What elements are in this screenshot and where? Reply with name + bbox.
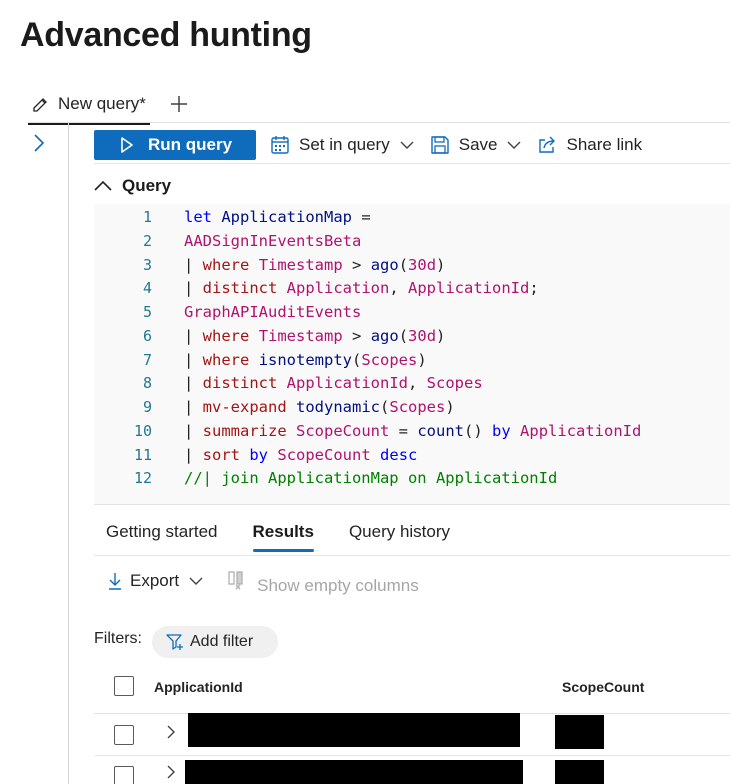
result-tabs-divider — [94, 555, 730, 556]
code-line: 7 | where isnotempty(Scopes) — [94, 348, 427, 372]
expand-schema-button[interactable] — [31, 131, 47, 155]
line-number: 5 — [142, 303, 152, 321]
save-icon — [430, 135, 450, 155]
chevron-right-icon — [167, 725, 175, 739]
set-in-query-label: Set in query — [299, 135, 390, 154]
line-number: 1 — [142, 208, 152, 226]
line-number: 12 — [133, 469, 152, 487]
code-line: 12 //| join ApplicationMap on Applicatio… — [94, 466, 557, 490]
tabs-divider — [28, 122, 730, 123]
code-line: 9 | mv-expand todynamic(Scopes) — [94, 395, 455, 419]
line-number: 2 — [142, 232, 152, 250]
chevron-right-icon — [167, 765, 175, 779]
page-title: Advanced hunting — [20, 16, 312, 54]
share-link-label: Share link — [566, 135, 643, 154]
code-line: 10 | summarize ScopeCount = count() by A… — [94, 419, 641, 443]
line-number: 11 — [133, 446, 152, 464]
code-line: 3 | where Timestamp > ago(30d) — [94, 253, 445, 277]
results-toolbar: Export Show empty columns — [108, 566, 419, 596]
save-button[interactable]: Save — [428, 130, 524, 160]
redacted-scope-count — [555, 760, 604, 784]
result-tabs: Getting started Results Query history — [94, 514, 485, 552]
add-filter-button[interactable]: Add filter — [152, 626, 278, 658]
code-line: 1 let ApplicationMap = — [94, 205, 371, 229]
play-icon — [121, 137, 133, 153]
chevron-down-icon — [400, 141, 414, 149]
code-line: 6 | where Timestamp > ago(30d) — [94, 324, 445, 348]
tab-label: New query* — [58, 94, 146, 113]
empty-columns-icon — [228, 571, 243, 590]
filters-bar: Filters: Add filter — [94, 626, 278, 658]
run-query-button[interactable]: Run query — [94, 130, 256, 160]
save-label: Save — [458, 135, 498, 154]
tab-new-query[interactable]: New query* — [28, 89, 150, 125]
query-section-label: Query — [122, 176, 172, 195]
toolbar-divider — [94, 163, 730, 164]
chevron-up-icon — [94, 180, 112, 191]
calendar-icon — [270, 135, 290, 155]
plus-icon — [170, 96, 187, 112]
redacted-scope-count — [555, 715, 604, 749]
export-button[interactable]: Export — [108, 571, 203, 591]
editor-divider — [94, 504, 730, 505]
expand-row-button[interactable] — [164, 722, 178, 742]
line-number: 4 — [142, 279, 152, 297]
set-in-query-button[interactable]: Set in query — [268, 130, 416, 160]
download-icon — [109, 573, 121, 590]
line-number: 7 — [142, 351, 152, 369]
column-header-applicationid[interactable]: ApplicationId — [154, 679, 243, 695]
grid-header: ApplicationId ScopeCount — [94, 668, 730, 714]
query-editor[interactable]: 1 let ApplicationMap = 2 AADSignInEvents… — [94, 204, 730, 504]
export-label: Export — [130, 571, 180, 590]
code-line: 5 GraphAPIAuditEvents — [94, 300, 361, 324]
add-tab-button[interactable] — [168, 93, 190, 115]
run-query-label: Run query — [148, 135, 233, 154]
line-number: 10 — [133, 422, 152, 440]
edit-pen-icon — [33, 98, 47, 112]
query-toolbar: Run query Set in query Save Share link — [94, 129, 644, 161]
filters-label: Filters: — [94, 630, 142, 647]
side-panel-divider — [68, 122, 69, 784]
show-empty-columns-label: Show empty columns — [257, 576, 419, 595]
line-number: 6 — [142, 327, 152, 345]
query-section-toggle[interactable]: Query — [94, 176, 171, 196]
row-checkbox[interactable] — [114, 766, 134, 784]
filter-add-icon — [166, 634, 183, 650]
redacted-application-id — [188, 713, 520, 747]
code-line: 8 | distinct ApplicationId, Scopes — [94, 371, 483, 395]
table-row[interactable] — [94, 756, 730, 784]
query-tabs: New query* — [28, 86, 190, 125]
expand-row-button[interactable] — [164, 762, 178, 782]
code-line: 4 | distinct Application, ApplicationId; — [94, 276, 539, 300]
line-number: 9 — [142, 398, 152, 416]
chevron-down-icon — [507, 141, 521, 149]
table-row[interactable] — [94, 713, 730, 756]
redacted-application-id — [185, 760, 523, 784]
tab-getting-started[interactable]: Getting started — [106, 517, 218, 547]
column-header-scopecount[interactable]: ScopeCount — [562, 679, 644, 695]
code-line: 2 AADSignInEventsBeta — [94, 229, 361, 253]
line-number: 8 — [142, 374, 152, 392]
add-filter-label: Add filter — [190, 633, 254, 650]
row-checkbox[interactable] — [114, 725, 134, 745]
line-number: 3 — [142, 256, 152, 274]
tab-results[interactable]: Results — [252, 517, 315, 552]
code-line: 11 | sort by ScopeCount desc — [94, 443, 417, 467]
chevron-right-icon — [34, 134, 45, 152]
chevron-down-icon — [189, 577, 203, 585]
show-empty-columns-button[interactable]: Show empty columns — [227, 566, 419, 596]
tab-query-history[interactable]: Query history — [349, 517, 450, 547]
share-icon — [537, 135, 557, 155]
select-all-checkbox[interactable] — [114, 676, 134, 696]
share-link-button[interactable]: Share link — [535, 130, 644, 160]
